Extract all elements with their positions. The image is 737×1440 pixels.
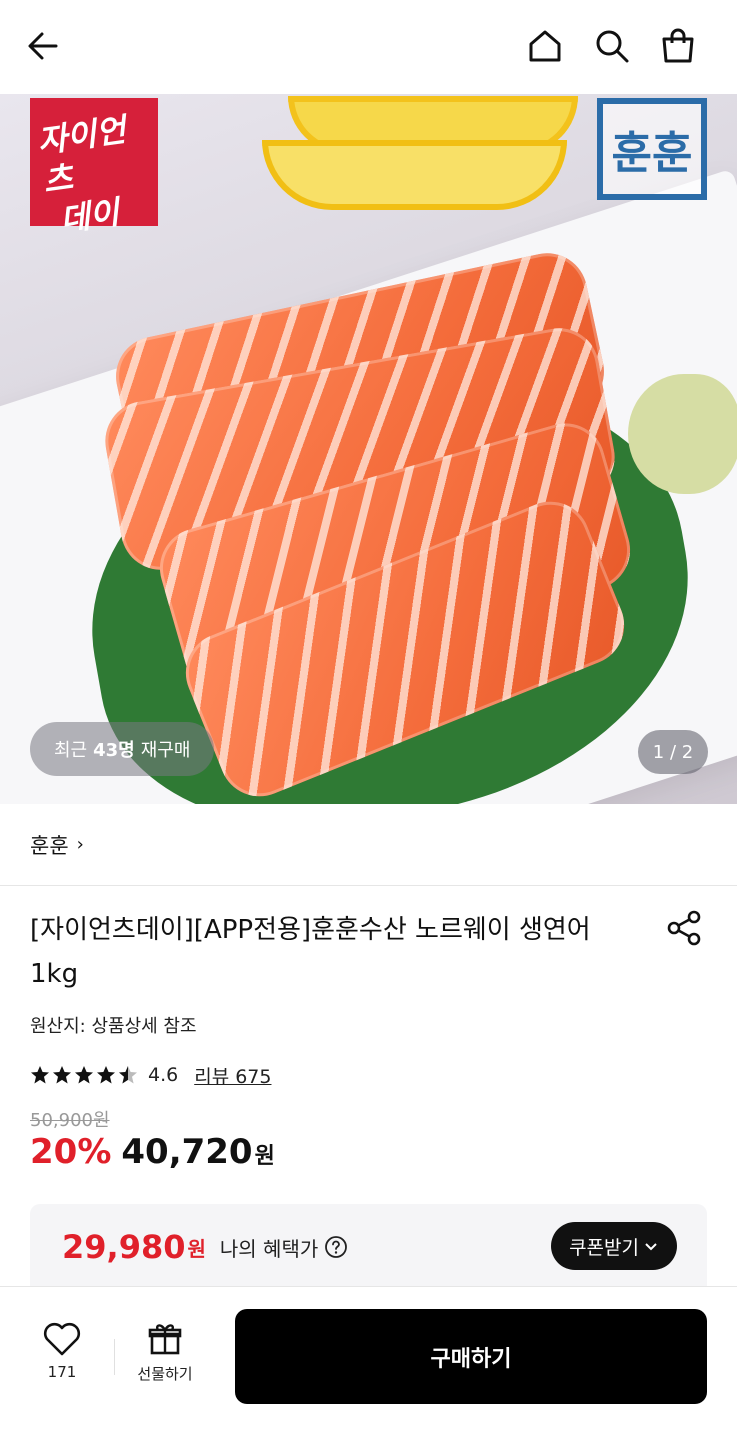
chevron-down-icon xyxy=(645,1243,657,1251)
origin-info: 원산지: 상품상세 참조 xyxy=(30,1016,197,1037)
benefit-price-unit: 원 xyxy=(187,1236,206,1261)
giants-day-badge: 자이언츠 데이 xyxy=(30,98,158,239)
price-unit: 원 xyxy=(254,1144,275,1169)
rebuy-prefix: 최근 xyxy=(54,740,88,761)
buy-button[interactable]: 구매하기 xyxy=(235,1309,707,1404)
discount-rate: 20% xyxy=(30,1132,112,1172)
gift-label: 선물하기 xyxy=(137,1365,193,1383)
benefit-label: 나의 혜택가 xyxy=(219,1236,319,1261)
my-benefit-price-box: 29,980 원 나의 혜택가 쿠폰받기 xyxy=(30,1204,707,1290)
home-icon[interactable] xyxy=(525,26,565,66)
half-star-icon xyxy=(119,1066,137,1084)
wasabi-image xyxy=(628,374,737,494)
coupon-label: 쿠폰받기 xyxy=(569,1236,639,1259)
original-price: 50,900원 xyxy=(30,1110,110,1131)
chevron-right-icon: › xyxy=(76,834,84,855)
star-icon xyxy=(31,1066,49,1084)
benefit-price: 29,980 xyxy=(62,1228,186,1266)
like-count: 171 xyxy=(47,1363,77,1381)
reviews-link[interactable]: 리뷰 675 xyxy=(194,1062,271,1089)
heart-icon xyxy=(43,1322,81,1356)
rebuy-suffix: 재구매 xyxy=(140,740,191,761)
gift-button[interactable]: 선물하기 xyxy=(128,1321,202,1387)
bottom-action-bar: 171 선물하기 구매하기 xyxy=(0,1286,737,1440)
badge-line1: 자이언츠 xyxy=(35,110,128,201)
share-icon[interactable] xyxy=(664,908,704,948)
rating-stars xyxy=(30,1065,138,1085)
search-icon[interactable] xyxy=(592,26,632,66)
rebuy-count-badge: 최근 43명 재구매 xyxy=(30,722,215,776)
store-name: 훈훈 xyxy=(30,833,69,858)
gift-icon xyxy=(148,1324,182,1355)
divider xyxy=(114,1339,115,1375)
lemon-slice-image xyxy=(262,140,567,210)
shopping-bag-icon[interactable] xyxy=(658,26,698,66)
back-arrow-icon[interactable] xyxy=(24,26,64,66)
product-image-carousel[interactable]: 자이언츠 데이 훈훈 최근 43명 재구매 1 / 2 xyxy=(0,94,737,804)
get-coupon-button[interactable]: 쿠폰받기 xyxy=(551,1222,677,1270)
price-row: 20% 40,720 원 xyxy=(30,1132,275,1172)
question-mark-icon[interactable] xyxy=(324,1235,348,1259)
star-icon xyxy=(97,1066,115,1084)
star-icon xyxy=(53,1066,71,1084)
image-page-indicator: 1 / 2 xyxy=(638,730,708,774)
rebuy-count: 43명 xyxy=(93,740,135,761)
store-link[interactable]: 훈훈 › xyxy=(0,804,737,886)
seller-logo: 훈훈 xyxy=(597,98,707,200)
star-icon xyxy=(75,1066,93,1084)
sale-price: 40,720 xyxy=(121,1132,253,1172)
rating-row: 4.6 리뷰 675 xyxy=(30,1060,271,1090)
product-title: [자이언츠데이][APP전용]훈훈수산 노르웨이 생연어 1kg xyxy=(30,915,591,989)
like-button[interactable]: 171 xyxy=(30,1321,94,1387)
rating-value: 4.6 xyxy=(148,1064,179,1086)
top-navigation-bar xyxy=(0,0,737,94)
